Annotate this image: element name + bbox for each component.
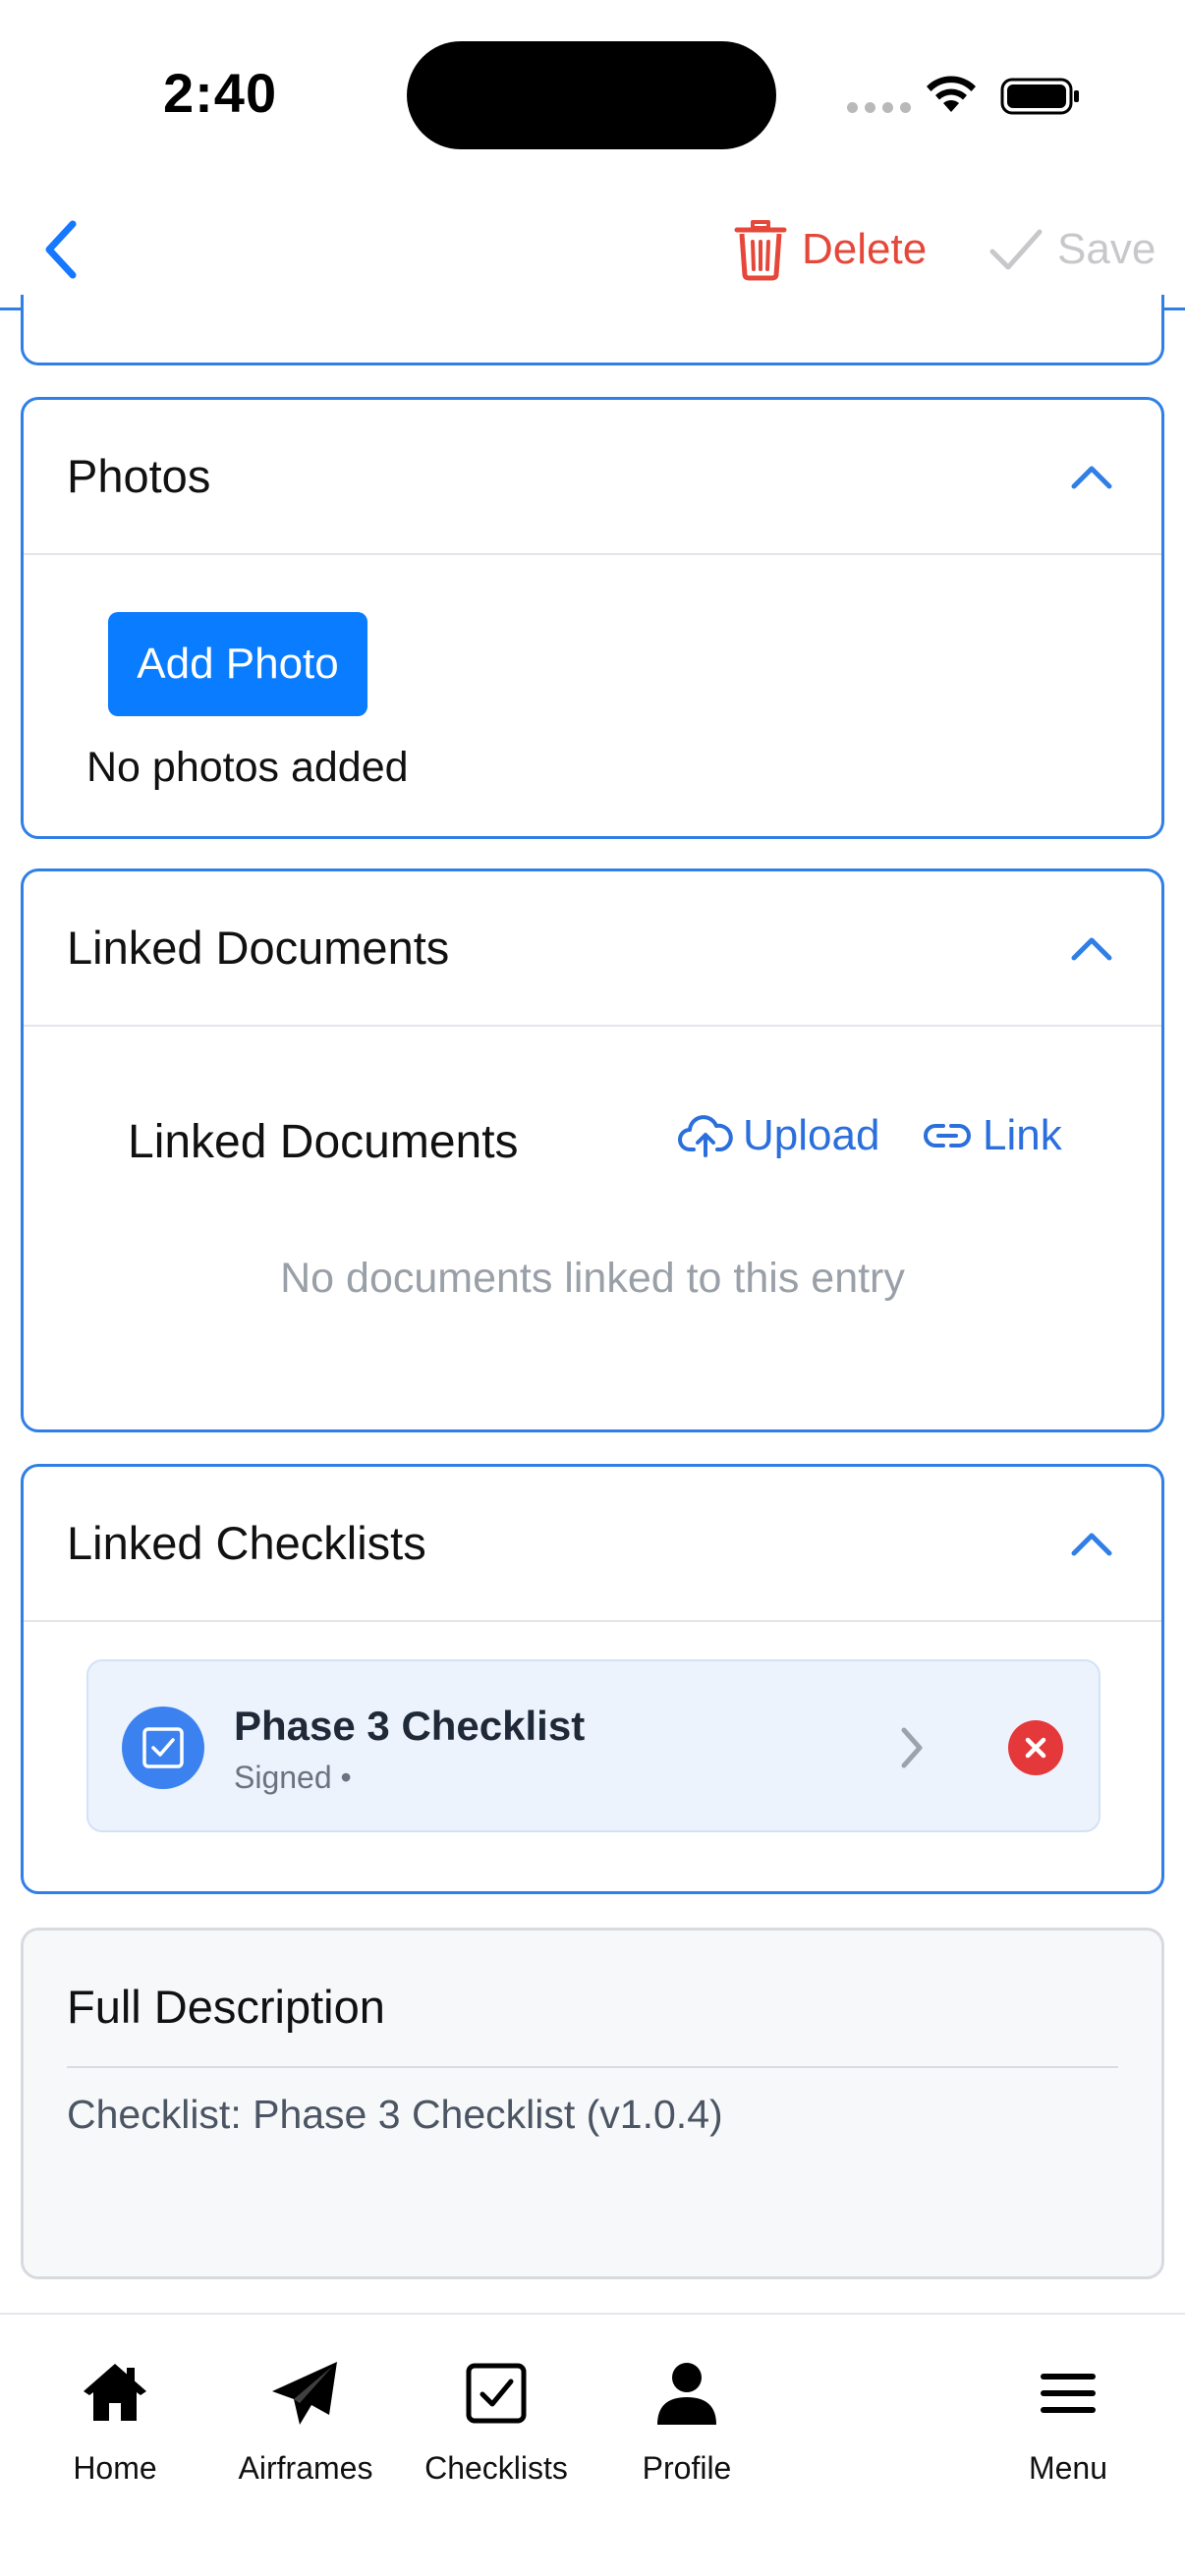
no-documents-text: No documents linked to this entry — [280, 1255, 905, 1302]
delete-button[interactable]: Delete — [733, 214, 927, 285]
tab-checklists[interactable]: Checklists — [403, 2344, 590, 2492]
checkbox-icon — [466, 2363, 527, 2424]
tab-home[interactable]: Home — [22, 2344, 208, 2492]
status-bar: 2:40 — [0, 0, 1185, 187]
link-label: Link — [983, 1111, 1062, 1159]
dynamic-island — [407, 41, 776, 149]
tab-profile-label: Profile — [642, 2450, 732, 2486]
screen: 2:40 Delete Save Photos Add Photo No pho… — [0, 0, 1185, 2576]
tab-home-label: Home — [73, 2450, 157, 2486]
person-icon — [657, 2363, 716, 2425]
wifi-icon — [927, 76, 976, 112]
trash-icon — [734, 220, 787, 281]
full-description-section: Full Description Checklist: Phase 3 Chec… — [21, 1928, 1164, 2279]
chevron-up-icon[interactable] — [1069, 1522, 1114, 1567]
save-button[interactable]: Save — [988, 214, 1156, 285]
checkmark-icon — [989, 229, 1043, 270]
tab-profile[interactable]: Profile — [593, 2344, 780, 2492]
full-description-title: Full Description — [67, 1981, 385, 2033]
photos-header[interactable]: Photos — [24, 400, 1161, 555]
linked-checklists-title: Linked Checklists — [67, 1517, 426, 1569]
cloud-upload-icon — [678, 1115, 733, 1157]
upload-label: Upload — [743, 1111, 880, 1159]
checklist-name: Phase 3 Checklist — [234, 1703, 586, 1749]
chevron-up-icon[interactable] — [1069, 455, 1114, 500]
linked-checklists-header[interactable]: Linked Checklists — [24, 1467, 1161, 1622]
tab-airframes[interactable]: Airframes — [212, 2344, 399, 2492]
linked-documents-header[interactable]: Linked Documents — [24, 871, 1161, 1027]
checklist-item[interactable]: Phase 3 Checklist Signed • — [86, 1659, 1100, 1832]
nav-header: Delete Save — [0, 187, 1185, 310]
back-chevron-icon[interactable] — [33, 214, 88, 285]
checklist-status: Signed • — [234, 1760, 352, 1795]
linked-documents-section: Linked Documents Linked Documents Upload… — [21, 868, 1164, 1432]
tab-checklists-label: Checklists — [424, 2450, 568, 2486]
photos-title: Photos — [67, 450, 211, 502]
home-icon — [84, 2364, 146, 2421]
add-photo-button[interactable]: Add Photo — [108, 612, 367, 716]
no-photos-text: No photos added — [86, 744, 409, 791]
link-button[interactable]: Link — [922, 1111, 1062, 1160]
status-time: 2:40 — [163, 62, 278, 124]
tab-bar: Home Airframes Checklists Profile Menu — [0, 2313, 1185, 2576]
link-icon — [924, 1124, 971, 1148]
divider — [67, 2066, 1118, 2068]
photos-section: Photos Add Photo No photos added — [21, 397, 1164, 839]
tab-menu-label: Menu — [1028, 2450, 1108, 2486]
hamburger-icon — [1041, 2374, 1096, 2413]
linked-checklists-section: Linked Checklists Phase 3 Checklist Sign… — [21, 1464, 1164, 1894]
chevron-up-icon[interactable] — [1069, 926, 1114, 972]
full-description-text: Checklist: Phase 3 Checklist (v1.0.4) — [67, 2092, 723, 2137]
chevron-right-icon[interactable] — [892, 1722, 931, 1773]
checklist-badge-icon — [122, 1707, 204, 1789]
close-icon — [1025, 1737, 1046, 1759]
delete-label: Delete — [802, 225, 928, 273]
linked-documents-title: Linked Documents — [67, 922, 450, 974]
cellular-signal-icon — [847, 102, 911, 113]
checkbox-icon — [142, 1727, 184, 1768]
save-label: Save — [1057, 225, 1157, 273]
previous-section-card — [21, 295, 1164, 365]
tab-airframes-label: Airframes — [238, 2450, 373, 2486]
upload-button[interactable]: Upload — [678, 1111, 879, 1160]
linked-documents-subtitle: Linked Documents — [128, 1116, 519, 1168]
remove-checklist-button[interactable] — [1008, 1720, 1063, 1775]
paper-plane-icon — [272, 2362, 337, 2425]
tab-menu[interactable]: Menu — [975, 2344, 1161, 2492]
battery-icon — [1000, 78, 1079, 115]
